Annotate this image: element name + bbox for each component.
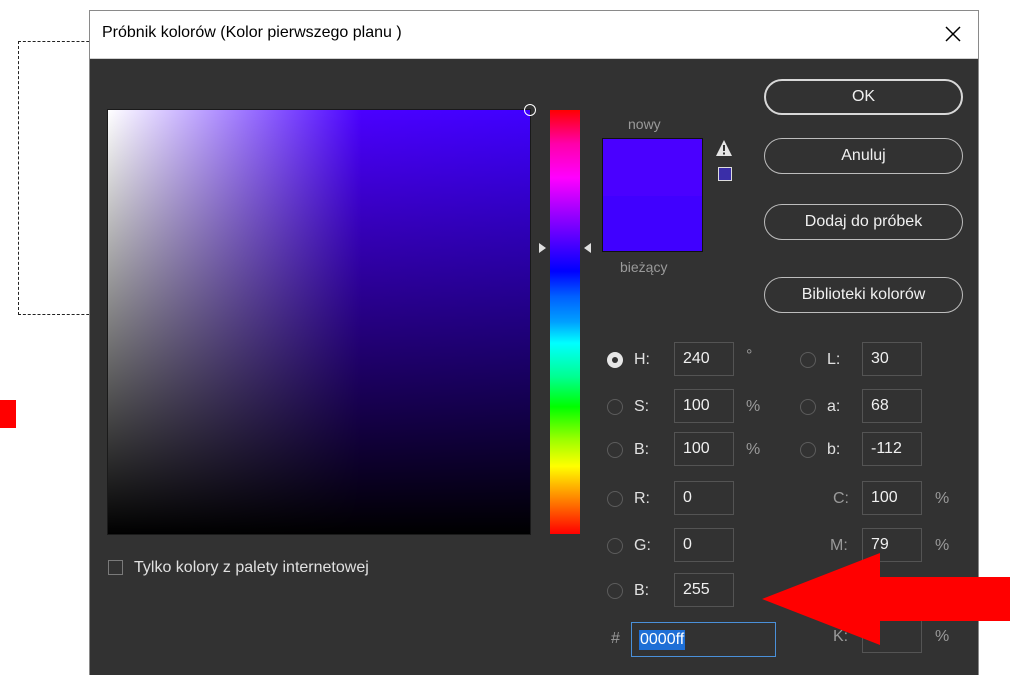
cancel-button[interactable]: Anuluj bbox=[764, 138, 963, 174]
new-color-swatch bbox=[602, 138, 703, 197]
b-brightness-input[interactable]: 100 bbox=[674, 432, 734, 466]
c-input[interactable]: 100 bbox=[862, 481, 922, 515]
s-input[interactable]: 100 bbox=[674, 389, 734, 423]
new-color-label: nowy bbox=[628, 116, 661, 132]
out-of-gamut-warning-icon[interactable] bbox=[715, 139, 733, 157]
b-blue-input[interactable]: 255 bbox=[674, 573, 734, 607]
title-bar: Próbnik kolorów (Kolor pierwszego planu … bbox=[90, 11, 978, 59]
h-input[interactable]: 240 bbox=[674, 342, 734, 376]
r-input[interactable]: 0 bbox=[674, 481, 734, 515]
radio-b-blue[interactable] bbox=[607, 583, 623, 599]
g-label: G: bbox=[634, 537, 651, 554]
lab-b-label: b: bbox=[827, 441, 841, 458]
web-colors-checkbox[interactable] bbox=[108, 560, 123, 575]
radio-lab-b[interactable] bbox=[800, 442, 816, 458]
a-input[interactable]: 68 bbox=[862, 389, 922, 423]
dialog-title: Próbnik kolorów (Kolor pierwszego planu … bbox=[102, 24, 402, 41]
g-input[interactable]: 0 bbox=[674, 528, 734, 562]
r-label: R: bbox=[634, 490, 650, 507]
current-color-label: bieżący bbox=[620, 259, 668, 275]
l-label: L: bbox=[827, 351, 841, 368]
dashed-selection-outline bbox=[18, 41, 99, 315]
h-label: H: bbox=[634, 351, 650, 368]
c-label: C: bbox=[833, 490, 849, 507]
color-libraries-button[interactable]: Biblioteki kolorów bbox=[764, 277, 963, 313]
hex-input[interactable]: 0000ff bbox=[631, 622, 776, 657]
radio-a[interactable] bbox=[800, 399, 816, 415]
radio-b-brightness[interactable] bbox=[607, 442, 623, 458]
h-unit: ° bbox=[746, 347, 753, 364]
saturation-brightness-field[interactable] bbox=[108, 104, 536, 534]
radio-l[interactable] bbox=[800, 352, 816, 368]
hex-label: # bbox=[611, 630, 620, 647]
lab-b-input[interactable]: -112 bbox=[862, 432, 922, 466]
color-field-marker[interactable] bbox=[524, 104, 536, 116]
red-annotation-block bbox=[0, 400, 16, 428]
red-annotation-arrow bbox=[762, 553, 1010, 645]
hue-slider-handle-right[interactable] bbox=[584, 243, 591, 253]
b-brightness-unit: % bbox=[746, 441, 761, 458]
s-label: S: bbox=[634, 398, 650, 415]
a-label: a: bbox=[827, 398, 841, 415]
hue-slider[interactable] bbox=[550, 110, 580, 534]
s-unit: % bbox=[746, 398, 761, 415]
l-input[interactable]: 30 bbox=[862, 342, 922, 376]
add-to-swatches-button[interactable]: Dodaj do próbek bbox=[764, 204, 963, 240]
c-unit: % bbox=[935, 490, 950, 507]
web-colors-label: Tylko kolory z palety internetowej bbox=[134, 559, 369, 576]
gamut-color-swatch[interactable] bbox=[718, 167, 732, 181]
close-icon[interactable] bbox=[936, 17, 970, 51]
hex-value: 0000ff bbox=[639, 629, 686, 650]
radio-g[interactable] bbox=[607, 538, 623, 554]
radio-r[interactable] bbox=[607, 491, 623, 507]
radio-h[interactable] bbox=[607, 352, 623, 368]
b-blue-label: B: bbox=[634, 582, 650, 599]
hue-slider-handle-left[interactable] bbox=[539, 243, 546, 253]
radio-s[interactable] bbox=[607, 399, 623, 415]
b-brightness-label: B: bbox=[634, 441, 650, 458]
current-color-swatch[interactable] bbox=[602, 196, 703, 252]
ok-button[interactable]: OK bbox=[764, 79, 963, 115]
